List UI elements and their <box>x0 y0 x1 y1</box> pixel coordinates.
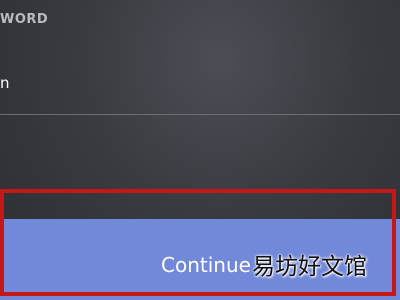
section-divider <box>0 114 400 115</box>
watermark: 易坊好文馆 <box>252 254 367 280</box>
password-field-value-fragment: n <box>0 74 10 92</box>
password-field-label: WORD <box>0 12 49 27</box>
